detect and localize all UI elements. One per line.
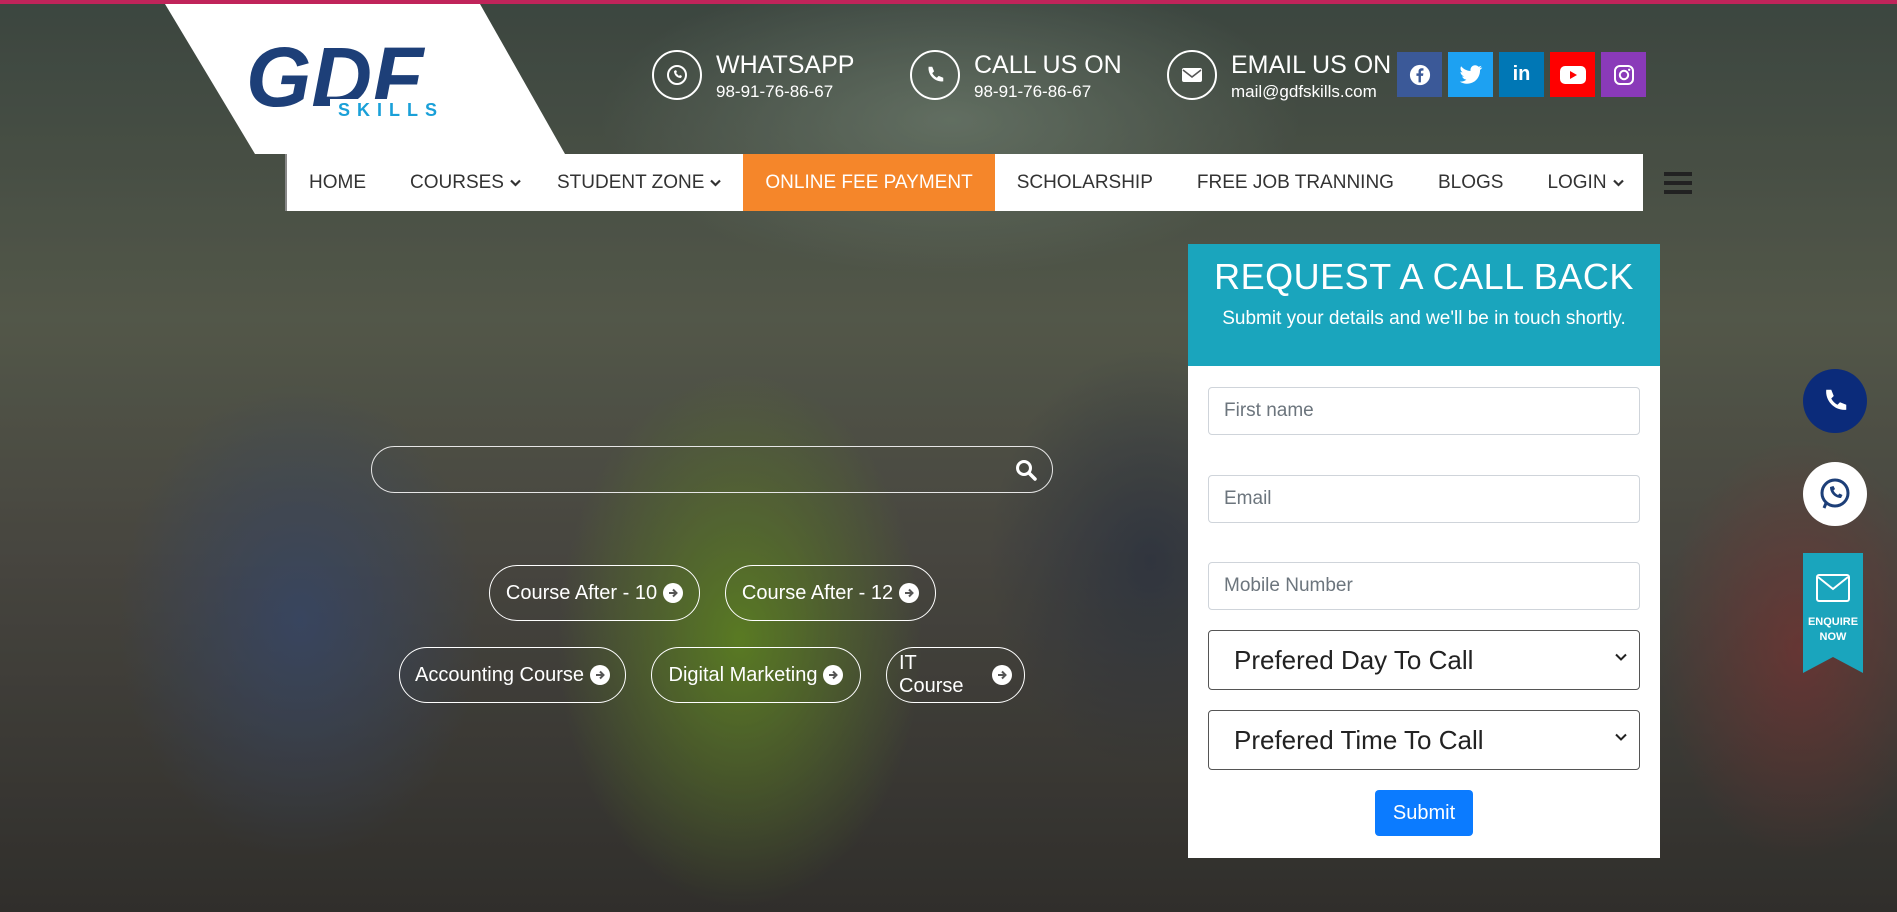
whatsapp-icon: [652, 50, 702, 100]
form-subtitle: Submit your details and we'll be in touc…: [1222, 308, 1626, 329]
envelope-icon: [1167, 50, 1217, 100]
chevron-down-icon: [1612, 179, 1624, 187]
mobile-number-input[interactable]: [1208, 562, 1640, 610]
contact-title: EMAIL US ON: [1231, 51, 1392, 79]
nav-home-label: HOME: [309, 171, 366, 193]
chevron-down-icon: [710, 179, 722, 187]
nav-scholarship[interactable]: SCHOLARSHIP: [995, 154, 1175, 211]
email-input[interactable]: [1208, 475, 1640, 523]
nav-courses-label: COURSES: [410, 171, 504, 193]
instagram-icon[interactable]: [1601, 52, 1646, 97]
arrow-right-icon: [823, 665, 844, 685]
envelope-icon: [1816, 574, 1850, 602]
nav-home[interactable]: HOME: [287, 154, 388, 211]
enquire-line-2: NOW: [1819, 631, 1847, 643]
nav-courses[interactable]: COURSES: [388, 154, 543, 211]
quick-link-course-after-12[interactable]: Course After - 12: [725, 565, 936, 621]
contact-email[interactable]: EMAIL US ON mail@gdfskills.com: [1167, 50, 1391, 102]
enquire-now-ribbon[interactable]: ENQUIRE NOW: [1803, 553, 1863, 673]
floating-whatsapp-button[interactable]: [1803, 462, 1867, 526]
quick-link-accounting-course[interactable]: Accounting Course: [399, 647, 626, 703]
nav-student-zone[interactable]: STUDENT ZONE: [543, 154, 743, 211]
nav-free-job-training[interactable]: FREE JOB TRANNING: [1175, 154, 1416, 211]
form-title: REQUEST A CALL BACK: [1214, 256, 1634, 297]
contact-title: WHATSAPP: [716, 51, 855, 79]
preferred-time-value: Prefered Time To Call: [1234, 724, 1484, 755]
submit-button[interactable]: Submit: [1375, 790, 1473, 836]
preferred-day-select[interactable]: Prefered Day To Call: [1208, 630, 1640, 690]
first-name-input[interactable]: [1208, 387, 1640, 435]
chevron-down-icon: [1615, 733, 1627, 741]
nav-blogs[interactable]: BLOGS: [1416, 154, 1525, 211]
quick-link-label: Course After - 12: [741, 581, 894, 604]
course-search-input[interactable]: [371, 446, 1053, 493]
enquire-now-label: ENQUIRE NOW: [1803, 615, 1863, 645]
youtube-icon[interactable]: [1550, 52, 1595, 97]
nav-student-zone-label: STUDENT ZONE: [556, 171, 705, 193]
nav-scholarship-label: SCHOLARSHIP: [1016, 171, 1153, 193]
preferred-time-select[interactable]: Prefered Time To Call: [1208, 710, 1640, 770]
nav-login[interactable]: LOGIN: [1525, 154, 1645, 211]
whatsapp-icon: [1820, 478, 1850, 509]
phone-icon: [910, 50, 960, 100]
callback-form: REQUEST A CALL BACK Submit your details …: [1188, 244, 1660, 858]
arrow-right-icon: [663, 583, 684, 603]
chevron-down-icon: [510, 179, 521, 187]
quick-link-course-after-10[interactable]: Course After - 10: [489, 565, 700, 621]
quick-link-label: IT Course: [899, 652, 964, 697]
hamburger-menu-icon[interactable]: [1646, 154, 1710, 211]
linkedin-icon[interactable]: in: [1499, 52, 1544, 97]
phone-icon: [1826, 389, 1847, 410]
quick-link-label: Accounting Course: [415, 663, 584, 686]
contact-call[interactable]: CALL US ON 98-91-76-86-67: [910, 50, 1122, 102]
search-icon[interactable]: [1014, 458, 1038, 482]
contact-value: 98-91-76-86-67: [974, 82, 1092, 101]
logo-sub-text: SKILLS: [338, 100, 444, 120]
nav-online-fee-label: ONLINE FEE PAYMENT: [765, 171, 973, 193]
contact-title: CALL US ON: [974, 51, 1122, 79]
nav-login-label: LOGIN: [1547, 171, 1607, 193]
main-navbar: HOME COURSES STUDENT ZONE ONLINE FEE PAY…: [285, 154, 1692, 211]
twitter-icon[interactable]: [1448, 52, 1493, 97]
contact-value: 98-91-76-86-67: [716, 82, 834, 101]
contact-whatsapp[interactable]: WHATSAPP 98-91-76-86-67: [652, 50, 854, 102]
gdf-skills-logo[interactable]: GDF SKILLS: [246, 30, 446, 124]
quick-link-it-course[interactable]: IT Course: [886, 647, 1025, 703]
facebook-icon[interactable]: [1397, 52, 1442, 97]
contact-value: mail@gdfskills.com: [1231, 82, 1377, 101]
form-header: REQUEST A CALL BACK Submit your details …: [1188, 244, 1660, 366]
arrow-right-icon: [899, 583, 920, 603]
nav-blogs-label: BLOGS: [1437, 171, 1504, 193]
enquire-line-1: ENQUIRE: [1807, 616, 1859, 628]
social-links: in: [1397, 52, 1646, 97]
chevron-down-icon: [1615, 653, 1627, 661]
quick-link-label: Course After - 10: [505, 581, 658, 604]
quick-link-digital-marketing[interactable]: Digital Marketing: [651, 647, 861, 703]
preferred-day-value: Prefered Day To Call: [1234, 644, 1474, 675]
floating-call-button[interactable]: [1803, 369, 1867, 433]
nav-free-job-label: FREE JOB TRANNING: [1196, 171, 1394, 193]
nav-online-fee-payment[interactable]: ONLINE FEE PAYMENT: [743, 154, 995, 211]
arrow-right-icon: [589, 665, 610, 685]
logo-icon: GDF SKILLS: [246, 30, 444, 124]
ribbon-background: [1803, 553, 1863, 673]
arrow-right-icon: [992, 665, 1012, 685]
quick-link-label: Digital Marketing: [668, 663, 818, 686]
